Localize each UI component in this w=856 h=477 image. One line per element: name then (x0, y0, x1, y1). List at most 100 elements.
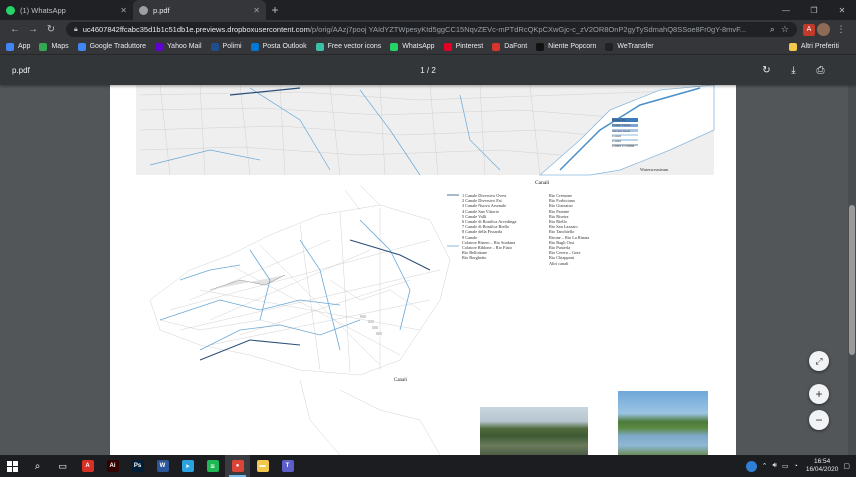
tab-pdf[interactable]: p.pdf ✕ (133, 0, 266, 20)
bookmark-label: Maps (51, 43, 69, 50)
reload-icon[interactable]: ↻ (42, 22, 60, 38)
bookmark-label: Yahoo Mail (167, 43, 202, 50)
bookmark-item[interactable]: Posta Outlook (250, 42, 307, 51)
start-button[interactable] (0, 455, 25, 477)
tab-whatsapp[interactable]: (1) WhatsApp ✕ (0, 0, 133, 20)
restore-icon[interactable]: ❐ (800, 0, 828, 20)
canal-legend-item: Altri canali (549, 260, 569, 266)
bookmark-label: Niente Popcorn (548, 43, 597, 50)
taskbar-word[interactable]: W (150, 455, 175, 477)
word-icon: W (156, 460, 169, 472)
acrobat-icon: A (81, 460, 94, 472)
bookmark-item[interactable]: DaFont (492, 42, 528, 51)
close-icon[interactable]: ✕ (253, 6, 260, 15)
bookmark-label: Pinterest (455, 43, 484, 50)
pdf-viewer[interactable] (0, 85, 856, 455)
pdf-filename: p.pdf (12, 65, 30, 75)
url-text: uc4607842ffcabc35d1b1c51db1e.previews.dr… (82, 25, 747, 34)
taskbar-telegram[interactable]: ➤ (175, 455, 200, 477)
spotify-icon: ≋ (206, 460, 219, 472)
bookmark-label: Posta Outlook (262, 43, 307, 50)
address-bar[interactable]: 🔒︎ uc4607842ffcabc35d1b1c51db1e.previews… (66, 22, 797, 37)
bookmark-item[interactable]: WeTransfer (605, 42, 654, 51)
taskbar-photoshop[interactable]: Ps (125, 455, 150, 477)
forward-icon[interactable]: → (24, 22, 42, 38)
minimize-icon[interactable]: — (772, 0, 800, 20)
bookmark-label: WeTransfer (617, 43, 654, 50)
chevron-up-icon[interactable]: ⌃ (762, 462, 768, 470)
tab-label: p.pdf (153, 5, 170, 15)
taskbar-teams[interactable]: T (275, 455, 300, 477)
canal-map-caption: Canali (394, 378, 408, 383)
download-icon[interactable]: ⤓ (780, 60, 807, 80)
battery-icon[interactable]: ▭ (782, 462, 789, 470)
zoom-in-button[interactable]: + (809, 384, 829, 404)
taskbar-chrome[interactable]: ● (225, 455, 250, 477)
lock-icon: 🔒︎ (74, 25, 78, 33)
fit-to-page-button[interactable]: ⤢ (809, 351, 829, 371)
weather-icon[interactable] (745, 460, 757, 472)
bookmark-label: Free vector icons (327, 43, 382, 50)
menu-icon[interactable]: ⋮ (832, 22, 850, 38)
canali-list-left: 1 Canale Diversivo Ovest 2 Canale Diversi… (462, 193, 516, 261)
bookmark-star-icon[interactable]: ☆ (781, 24, 789, 35)
taskbar-acrobat[interactable]: A (75, 455, 100, 477)
bookmark-label: Google Traduttore (89, 43, 147, 50)
bookmark-item[interactable]: Yahoo Mail (155, 42, 202, 51)
clock-time: 16:54 (813, 458, 831, 465)
notifications-icon[interactable]: ▢ (843, 462, 850, 470)
explorer-icon: ▬ (256, 460, 269, 472)
search-button[interactable]: ⌕ (25, 455, 50, 477)
close-window-icon[interactable]: ✕ (828, 0, 856, 20)
canali-legend-title: Canali (535, 180, 550, 186)
scrollbar-thumb[interactable] (849, 205, 855, 355)
browser-toolbar: ← → ↻ 🔒︎ uc4607842ffcabc35d1b1c51db1e.pr… (0, 20, 856, 39)
zoom-out-button[interactable]: − (809, 410, 829, 430)
scrollbar[interactable] (848, 85, 856, 455)
zoom-icon[interactable]: ⌕ (770, 24, 775, 35)
other-bookmarks[interactable]: Altri Preferiti (788, 42, 839, 51)
windows-taskbar: ⌕ ▭ A Ai Ps W ➤ ≋ ● ▬ T ⌃ 🔊︎ ▭ ◔ 16:54 16/04/202… (0, 455, 856, 477)
acrobat-extension-icon[interactable]: A (803, 23, 815, 36)
avatar[interactable] (817, 23, 830, 36)
volume-icon[interactable]: 🔊︎ (773, 462, 777, 470)
taskbar-explorer[interactable]: ▬ (250, 455, 275, 477)
bookmark-icon (443, 42, 452, 51)
bookmark-icon (315, 42, 324, 51)
network-icon[interactable]: ◔ (794, 463, 798, 470)
bookmark-item[interactable]: Maps (39, 42, 69, 51)
bookmark-item[interactable]: Free vector icons (315, 42, 382, 51)
river-pier-photo (618, 391, 708, 455)
new-tab-button[interactable]: + (266, 0, 284, 20)
globe-icon (139, 5, 148, 15)
bookmark-item[interactable]: App (6, 42, 31, 51)
task-view-button[interactable]: ▭ (50, 455, 75, 477)
bookmark-icon (210, 42, 219, 51)
bookmark-label: WhatsApp (402, 43, 435, 50)
canali-list-right: Rio Cremone Rio Forbiciano Rio Giarraino Ri… (549, 193, 589, 266)
taskbar-illustrator[interactable]: Ai (100, 455, 125, 477)
tab-strip: (1) WhatsApp ✕ p.pdf ✕ + — ❐ ✕ (0, 0, 856, 20)
bookmark-icon (39, 42, 48, 51)
bookmark-item[interactable]: Niente Popcorn (536, 42, 597, 51)
bookmark-item[interactable]: Polimi (210, 42, 242, 51)
windows-icon (7, 460, 18, 472)
bookmark-icon (250, 42, 259, 51)
system-tray: ⌃ 🔊︎ ▭ ◔ 16:54 16/04/2020 ▢ (741, 455, 850, 477)
back-icon[interactable]: ← (6, 22, 24, 38)
bookmark-item[interactable]: WhatsApp (390, 42, 435, 51)
bookmark-item[interactable]: Pinterest (443, 42, 484, 51)
bookmarks-bar: App Maps Google Traduttore Yahoo Mail Polimi… (0, 39, 856, 55)
taskbar-spotify[interactable]: ≋ (200, 455, 225, 477)
whatsapp-icon (6, 5, 15, 15)
clock[interactable]: 16:54 16/04/2020 (806, 458, 839, 474)
illustrator-icon: Ai (106, 460, 119, 472)
bookmark-label: DaFont (504, 43, 528, 50)
canal-legend-item: Rio Borghetto (462, 255, 487, 261)
bookmark-item[interactable]: Google Traduttore (77, 42, 147, 51)
print-icon[interactable]: ⎙ (807, 60, 834, 80)
close-icon[interactable]: ✕ (120, 6, 127, 15)
bookmark-label: App (18, 43, 31, 50)
river-flood-photo (480, 407, 588, 455)
rotate-icon[interactable]: ↻ (753, 60, 780, 80)
